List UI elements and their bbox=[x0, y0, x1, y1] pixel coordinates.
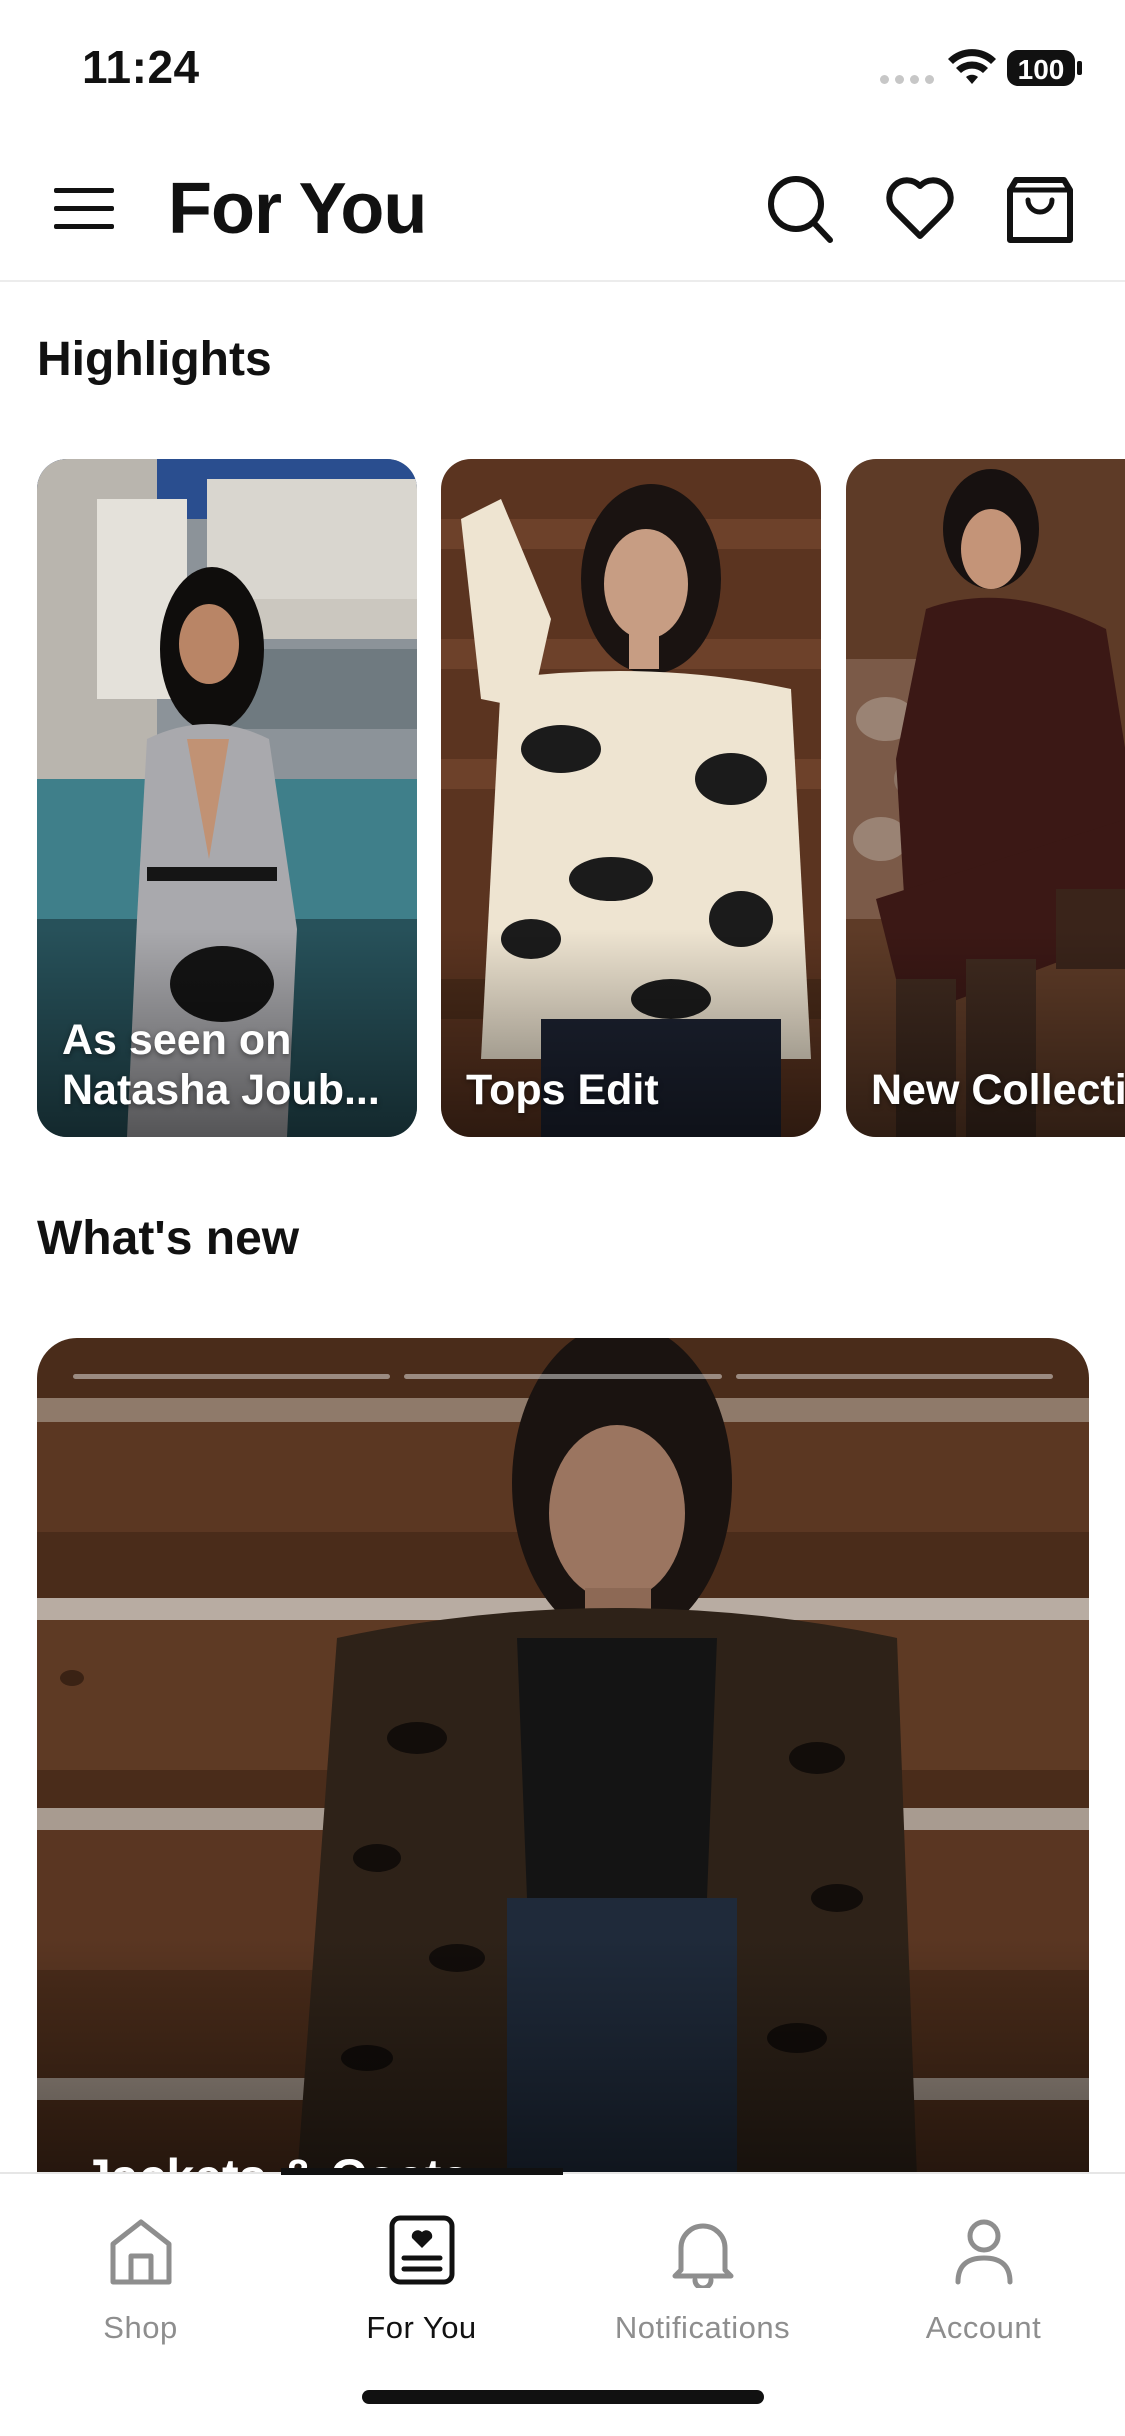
battery-icon: 100 bbox=[1007, 50, 1082, 86]
cellular-signal-icon bbox=[880, 75, 934, 84]
shopping-bag-icon[interactable] bbox=[1004, 170, 1076, 246]
person-icon bbox=[955, 2219, 1012, 2285]
page-title: For You bbox=[168, 169, 427, 249]
status-time: 11:24 bbox=[82, 41, 200, 93]
home-icon bbox=[110, 2219, 171, 2285]
highlight-label: Tops Edit bbox=[466, 1066, 659, 1114]
top-app-bar: For You bbox=[0, 140, 1125, 282]
hamburger-menu-icon[interactable] bbox=[52, 182, 116, 234]
story-photo bbox=[37, 1338, 1089, 2178]
highlight-label: As seen on Natasha Joub... bbox=[62, 1016, 380, 1114]
for-you-icon bbox=[389, 2215, 454, 2285]
highlight-card-natasha[interactable]: As seen on Natasha Joub... bbox=[37, 459, 417, 1137]
highlight-card-new-collection[interactable]: New Collecti bbox=[846, 459, 1125, 1137]
tab-for-you[interactable]: For You bbox=[281, 2214, 562, 2354]
search-icon[interactable] bbox=[764, 170, 836, 246]
battery-level: 100 bbox=[1018, 54, 1065, 85]
whats-new-story-card[interactable]: Jackets & Coats bbox=[37, 1338, 1089, 2178]
tab-label: For You bbox=[366, 2310, 477, 2345]
status-bar: 11:24 100 bbox=[0, 0, 1125, 140]
tab-shop[interactable]: Shop bbox=[0, 2214, 281, 2354]
highlights-carousel[interactable]: As seen on Natasha Joub... Tops Edit New… bbox=[0, 459, 1125, 1137]
highlight-label: New Collecti bbox=[871, 1066, 1125, 1114]
highlights-heading: Highlights bbox=[37, 333, 272, 386]
active-tab-indicator bbox=[281, 2168, 563, 2175]
story-progress-bar bbox=[73, 1374, 1053, 1379]
whats-new-heading: What's new bbox=[37, 1212, 300, 1265]
highlight-photo-2 bbox=[441, 459, 821, 1137]
tab-label: Account bbox=[925, 2310, 1042, 2345]
highlight-photo-3 bbox=[846, 459, 1125, 1137]
wifi-icon bbox=[948, 49, 996, 84]
tab-account[interactable]: Account bbox=[843, 2214, 1124, 2354]
heart-icon[interactable] bbox=[884, 170, 956, 246]
home-indicator[interactable] bbox=[362, 2390, 764, 2404]
bell-icon bbox=[672, 2223, 733, 2288]
tab-notifications[interactable]: Notifications bbox=[562, 2214, 843, 2354]
tab-label: Shop bbox=[103, 2310, 178, 2345]
tab-label: Notifications bbox=[614, 2310, 791, 2345]
app-screen: 11:24 100 For You Highlights As seen on … bbox=[0, 0, 1125, 2436]
highlight-card-tops-edit[interactable]: Tops Edit bbox=[441, 459, 821, 1137]
